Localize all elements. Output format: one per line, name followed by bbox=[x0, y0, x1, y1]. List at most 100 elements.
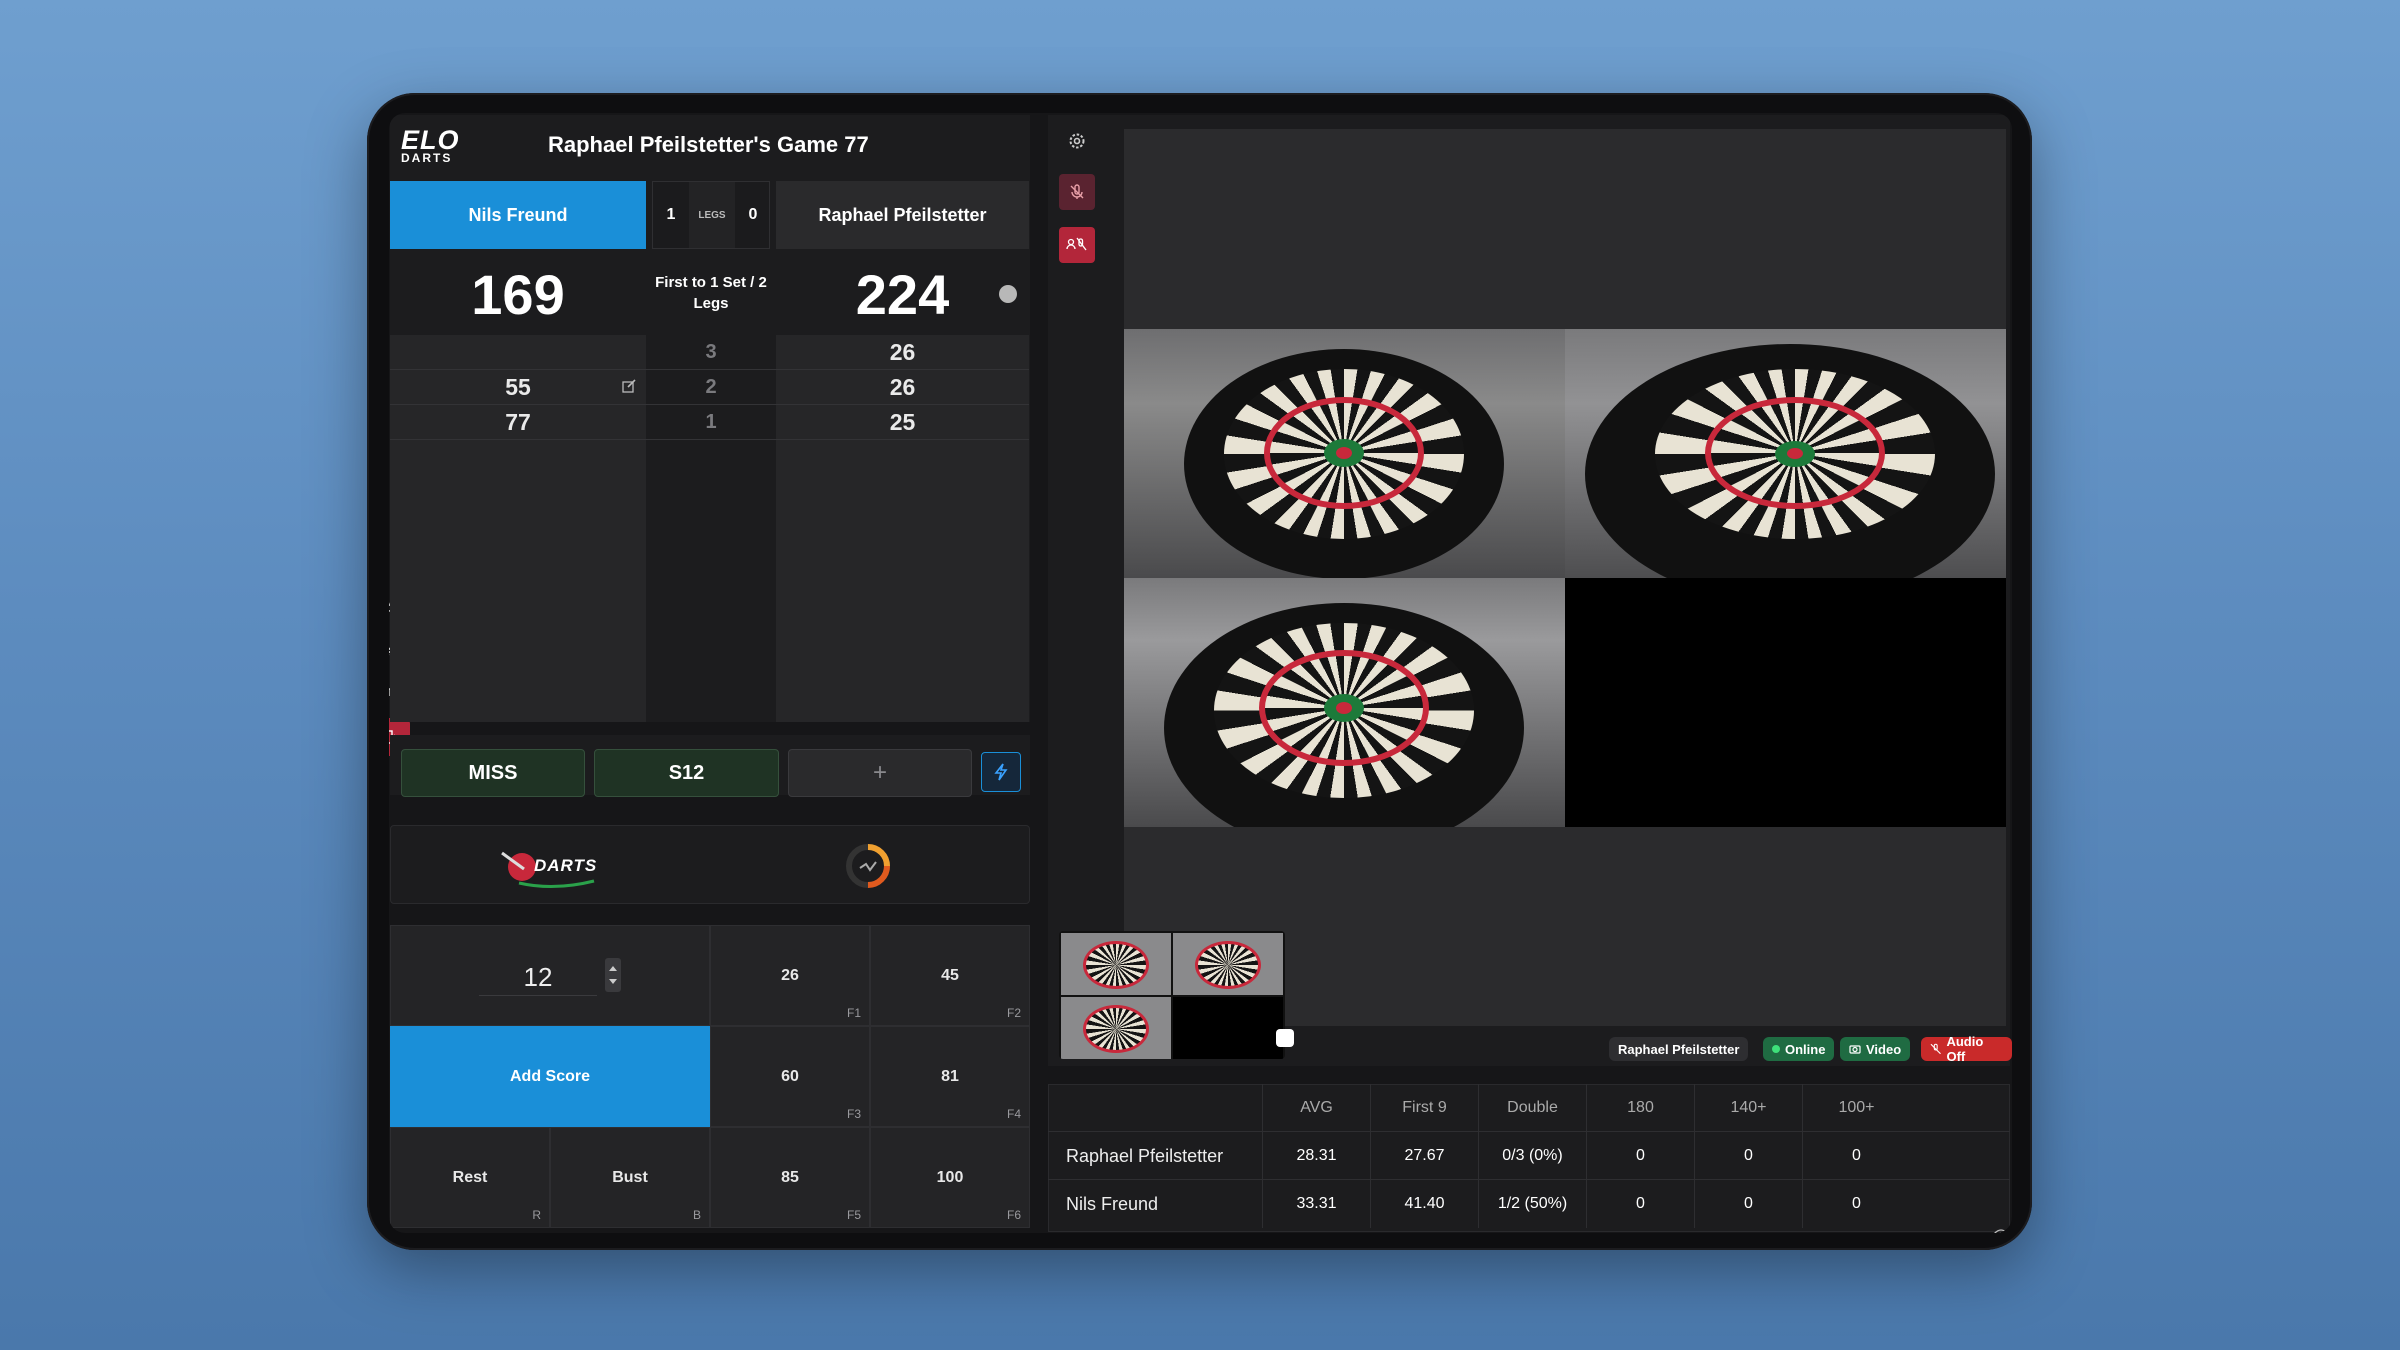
player-left-name[interactable]: Nils Freund bbox=[390, 181, 646, 249]
camera-feed[interactable] bbox=[1124, 329, 1565, 578]
online-label: Online bbox=[1785, 1041, 1826, 1057]
thumbnail-3[interactable] bbox=[1061, 997, 1171, 1059]
stats-header: First 9 bbox=[1370, 1084, 1478, 1132]
preset-value: 26 bbox=[781, 966, 799, 984]
preset-value: 60 bbox=[781, 1067, 799, 1085]
stats-cell: 0 bbox=[1802, 1180, 1910, 1228]
page-title: Raphael Pfeilstetter's Game 77 bbox=[548, 132, 869, 157]
preset-value: 81 bbox=[941, 1067, 959, 1085]
rest-shortcut: R bbox=[532, 1208, 541, 1222]
turn-indicator bbox=[999, 285, 1017, 303]
stats-cell: 27.67 bbox=[1370, 1132, 1478, 1180]
mute-mic-button[interactable] bbox=[1059, 174, 1095, 210]
preset-shortcut: F6 bbox=[1006, 1208, 1021, 1222]
stats-cell: 0 bbox=[1694, 1132, 1802, 1180]
player-right-score: 224 bbox=[855, 262, 950, 326]
right-history-row: 26 bbox=[889, 373, 916, 400]
preset-button-f3[interactable]: 60 F3 bbox=[710, 1026, 870, 1127]
gear-icon bbox=[1069, 133, 1085, 149]
edit-icon[interactable] bbox=[621, 378, 637, 399]
left-history-row[interactable]: 55 bbox=[390, 370, 646, 404]
darts-sponsor-logo: DARTS bbox=[494, 839, 609, 891]
round-number: 1 bbox=[705, 410, 717, 433]
score-input-cell: 12 bbox=[390, 925, 710, 1026]
preset-button-f5[interactable]: 85 F5 bbox=[710, 1127, 870, 1228]
rest-button[interactable]: Rest R bbox=[390, 1127, 550, 1228]
bust-button[interactable]: Bust B bbox=[550, 1127, 710, 1228]
stats-cell: 0 bbox=[1802, 1132, 1910, 1180]
preset-value: 45 bbox=[941, 966, 959, 984]
darts-logo-text: DARTS bbox=[534, 856, 598, 875]
stats-header-row: AVG First 9 Double 180 140+ 100+ bbox=[1048, 1084, 2010, 1132]
legs-left: 1 bbox=[666, 206, 676, 223]
audio-label: Audio Off bbox=[1946, 1034, 1984, 1064]
table-row: Nils Freund 33.31 41.40 1/2 (50%) 0 0 0 bbox=[1048, 1180, 2010, 1228]
player-left-score: 169 bbox=[471, 262, 565, 326]
stats-cell: 1/2 (50%) bbox=[1478, 1180, 1586, 1228]
player-right-name[interactable]: Raphael Pfeilstetter bbox=[776, 181, 1029, 249]
lightning-icon bbox=[994, 763, 1008, 781]
stats-cell: 0 bbox=[1586, 1132, 1694, 1180]
bust-shortcut: B bbox=[692, 1208, 701, 1222]
stats-cell: 41.40 bbox=[1370, 1180, 1478, 1228]
camera-feed[interactable] bbox=[1124, 578, 1565, 827]
miss-button[interactable]: MISS bbox=[401, 749, 585, 797]
preset-shortcut: F5 bbox=[846, 1208, 861, 1222]
logo-bottom: DARTS bbox=[401, 151, 453, 165]
thumbnail-empty bbox=[1173, 997, 1283, 1059]
preset-shortcut: F1 bbox=[846, 1006, 861, 1020]
score-stepper[interactable] bbox=[605, 958, 621, 992]
circular-sponsor-logo bbox=[844, 842, 892, 890]
video-badge: Video bbox=[1840, 1037, 1911, 1061]
mic-off-icon bbox=[1930, 1043, 1941, 1055]
elo-darts-logo: ELO DARTS bbox=[401, 127, 471, 168]
stats-cell: 33.31 bbox=[1262, 1180, 1370, 1228]
stats-cell: 0/3 (0%) bbox=[1478, 1132, 1586, 1180]
bust-label: Bust bbox=[612, 1168, 648, 1186]
preset-button-f2[interactable]: 45 F2 bbox=[870, 925, 1030, 1026]
preset-value: 100 bbox=[936, 1168, 964, 1186]
camera-feed[interactable] bbox=[1565, 329, 2006, 578]
left-history-row bbox=[390, 335, 646, 369]
thumbnail-2[interactable] bbox=[1173, 933, 1283, 995]
preset-shortcut: F3 bbox=[846, 1107, 861, 1121]
preset-shortcut: F2 bbox=[1006, 1006, 1021, 1020]
camera-icon bbox=[1849, 1045, 1861, 1054]
stats-player-name: Raphael Pfeilstetter bbox=[1066, 1146, 1224, 1166]
left-history-row: 77 bbox=[505, 408, 531, 435]
legs-right: 0 bbox=[748, 206, 758, 223]
stepper-arrows-icon bbox=[609, 966, 617, 984]
stats-cell: 0 bbox=[1694, 1180, 1802, 1228]
rest-label: Rest bbox=[452, 1168, 488, 1186]
lightning-button[interactable] bbox=[981, 752, 1021, 792]
legs-label: LEGS bbox=[689, 182, 735, 248]
app-screen: ELO DARTS Raphael Pfeilstetter's Game 77… bbox=[389, 113, 2012, 1233]
table-row: Raphael Pfeilstetter 28.31 27.67 0/3 (0%… bbox=[1048, 1132, 2010, 1180]
thumbnail-1[interactable] bbox=[1061, 933, 1171, 995]
right-history-row: 26 bbox=[889, 338, 916, 365]
preset-value: 85 bbox=[781, 1168, 799, 1186]
thumbnail-resize-handle[interactable] bbox=[1276, 1029, 1294, 1047]
mute-all-button[interactable] bbox=[1059, 227, 1095, 263]
video-settings-button[interactable] bbox=[1059, 123, 1095, 159]
stats-player-name: Nils Freund bbox=[1066, 1194, 1159, 1214]
stats-header: Double bbox=[1478, 1084, 1586, 1132]
round-number: 2 bbox=[705, 375, 717, 398]
sponsor-bar bbox=[390, 825, 1030, 904]
score-input[interactable]: 12 bbox=[479, 960, 597, 996]
preset-button-f4[interactable]: 81 F4 bbox=[870, 1026, 1030, 1127]
empty-camera-slot bbox=[1565, 578, 2006, 827]
camera-thumbnails[interactable] bbox=[1059, 931, 1285, 1059]
s12-button[interactable]: S12 bbox=[594, 749, 779, 797]
add-quick-action-button[interactable]: + bbox=[788, 749, 972, 797]
round-number: 3 bbox=[705, 340, 717, 363]
mic-off-icon bbox=[1070, 184, 1084, 199]
online-dot-icon bbox=[1772, 1045, 1780, 1053]
group-mic-off-icon bbox=[1066, 237, 1087, 251]
eye-icon[interactable] bbox=[1993, 1227, 2009, 1233]
stats-header: 100+ bbox=[1802, 1084, 1910, 1132]
match-format: First to 1 Set / 2 Legs bbox=[655, 274, 767, 312]
preset-button-f6[interactable]: 100 F6 bbox=[870, 1127, 1030, 1228]
preset-button-f1[interactable]: 26 F1 bbox=[710, 925, 870, 1026]
add-score-button[interactable]: Add Score bbox=[390, 1026, 710, 1127]
